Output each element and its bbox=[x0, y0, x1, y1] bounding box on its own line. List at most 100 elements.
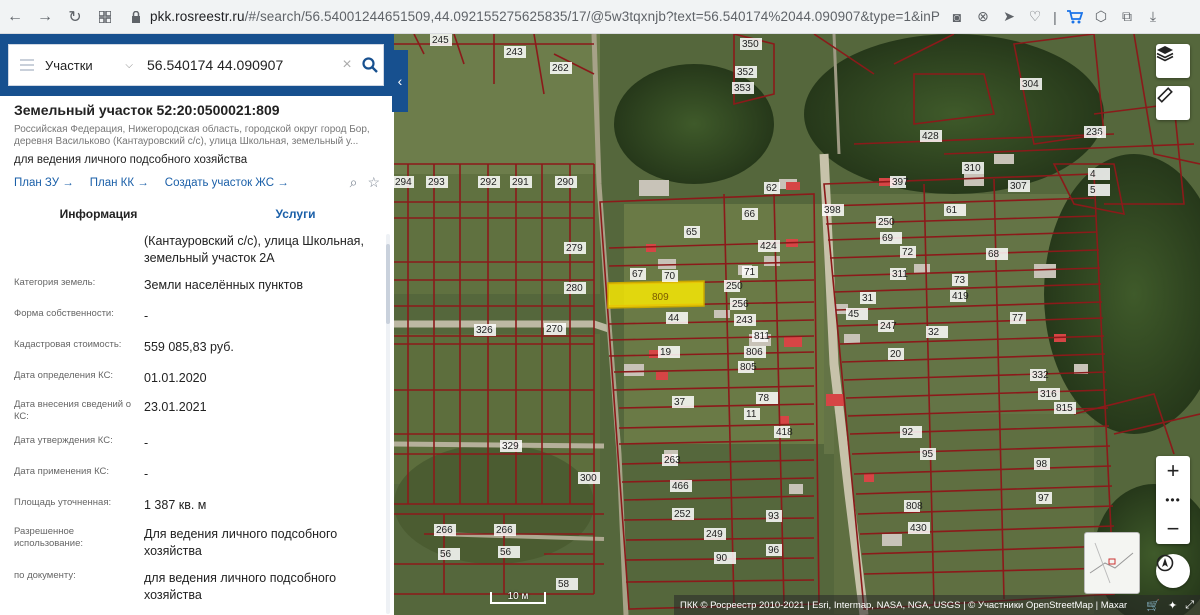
cart-icon[interactable] bbox=[1062, 0, 1088, 34]
star-icon[interactable]: ☆ bbox=[367, 174, 380, 191]
satellite-map[interactable]: 809 245 243 262 350 352 353 294 293 292 … bbox=[394, 34, 1200, 615]
svg-text:293: 293 bbox=[428, 177, 445, 188]
location-icon bbox=[1156, 554, 1174, 572]
svg-text:44: 44 bbox=[668, 313, 680, 324]
svg-text:352: 352 bbox=[737, 67, 754, 78]
info-row: Форма собственности: - bbox=[14, 308, 380, 325]
svg-text:72: 72 bbox=[902, 247, 914, 258]
apps-grid-icon[interactable] bbox=[90, 0, 120, 34]
svg-text:398: 398 bbox=[824, 205, 841, 216]
fullscreen-icon[interactable]: ⤢ bbox=[1185, 599, 1194, 612]
plan-kk-link[interactable]: План КК → bbox=[90, 177, 149, 189]
reload-icon[interactable]: ↻ bbox=[60, 0, 90, 34]
parcel-title: Земельный участок 52:20:0500021:809 bbox=[14, 102, 280, 118]
layers-icon bbox=[1156, 46, 1174, 62]
block-icon[interactable]: ⊗ bbox=[970, 0, 996, 34]
camera-icon[interactable]: ◙ bbox=[944, 0, 970, 34]
scrollbar[interactable] bbox=[386, 234, 390, 614]
heart-icon[interactable]: ♡ bbox=[1022, 0, 1048, 34]
lock-icon[interactable] bbox=[126, 10, 146, 23]
svg-text:316: 316 bbox=[1040, 389, 1057, 400]
zoom-in-button[interactable]: + bbox=[1167, 458, 1180, 484]
address-bar[interactable]: pkk.rosreestr.ru/#/search/56.54001244651… bbox=[150, 9, 940, 24]
back-arrow-icon[interactable]: ← bbox=[0, 0, 30, 34]
cube-icon[interactable]: ⬡ bbox=[1088, 0, 1114, 34]
plan-zu-link[interactable]: План ЗУ → bbox=[14, 177, 74, 189]
tab-information[interactable]: Информация bbox=[0, 201, 197, 227]
svg-text:73: 73 bbox=[954, 275, 966, 286]
parcel-purpose: для ведения личного подсобного хозяйства bbox=[14, 154, 248, 166]
zoom-to-icon[interactable]: ⌕ bbox=[350, 174, 358, 191]
svg-text:96: 96 bbox=[768, 545, 780, 556]
info-value: - bbox=[144, 309, 149, 323]
info-row: Площадь уточненная: 1 387 кв. м bbox=[14, 497, 380, 514]
search-box: Участки ⌵ × bbox=[8, 44, 384, 86]
info-row: Разрешенное использование: Для ведения л… bbox=[14, 526, 380, 560]
svg-text:66: 66 bbox=[744, 209, 756, 220]
info-row: Дата внесения сведений о КС: 23.01.2021 bbox=[14, 399, 380, 423]
info-label: Дата определения КС: bbox=[14, 370, 114, 381]
search-type-select[interactable]: Участки ⌵ bbox=[45, 58, 141, 73]
svg-text:292: 292 bbox=[480, 177, 497, 188]
svg-text:280: 280 bbox=[566, 283, 583, 294]
search-input[interactable] bbox=[147, 57, 337, 73]
svg-text:294: 294 bbox=[395, 177, 412, 188]
svg-text:78: 78 bbox=[758, 393, 770, 404]
svg-text:95: 95 bbox=[922, 449, 934, 460]
svg-text:262: 262 bbox=[552, 63, 569, 74]
info-label: Кадастровая стоимость: bbox=[14, 339, 122, 350]
svg-text:263: 263 bbox=[664, 455, 681, 466]
cart-small-icon[interactable]: 🛒 bbox=[1146, 599, 1160, 612]
locate-button[interactable] bbox=[1156, 554, 1190, 588]
chevron-down-icon: ⌵ bbox=[125, 59, 133, 71]
info-value: для ведения личного подсобного хозяйства bbox=[144, 571, 337, 602]
layers-button[interactable] bbox=[1156, 44, 1190, 78]
svg-text:247: 247 bbox=[880, 321, 897, 332]
info-row: Дата применения КС: - bbox=[14, 466, 380, 483]
browser-toolbar: ← → ↻ pkk.rosreestr.ru/#/search/56.54001… bbox=[0, 0, 1200, 34]
svg-text:4: 4 bbox=[1090, 169, 1096, 180]
tabs: Информация Услуги bbox=[0, 201, 394, 227]
highlight-label: 809 bbox=[652, 292, 669, 303]
more-icon[interactable]: ••• bbox=[1165, 494, 1181, 506]
create-parcel-link[interactable]: Создать участок ЖС → bbox=[165, 177, 289, 189]
svg-text:56: 56 bbox=[500, 547, 512, 558]
compass-icon[interactable]: ✦ bbox=[1168, 599, 1177, 612]
info-row: (Кантауровский с/с), улица Школьная, зем… bbox=[14, 233, 380, 267]
search-icon[interactable] bbox=[357, 57, 383, 73]
svg-text:419: 419 bbox=[952, 291, 969, 302]
minimap[interactable] bbox=[1084, 532, 1140, 594]
svg-text:250: 250 bbox=[878, 217, 895, 228]
info-value: - bbox=[144, 436, 149, 450]
svg-text:245: 245 bbox=[432, 35, 449, 46]
svg-text:93: 93 bbox=[768, 511, 780, 522]
info-value: Земли населённых пунктов bbox=[144, 278, 303, 292]
info-value: 1 387 кв. м bbox=[144, 498, 207, 512]
zoom-out-button[interactable]: − bbox=[1167, 516, 1180, 542]
ruler-button[interactable] bbox=[1156, 86, 1190, 120]
download-icon[interactable]: ⤓ bbox=[1140, 0, 1166, 34]
send-icon[interactable]: ➤ bbox=[996, 0, 1022, 34]
info-panel: Участки ⌵ × Земельный участок 52:20:0500… bbox=[0, 34, 394, 615]
svg-text:77: 77 bbox=[1012, 313, 1024, 324]
clear-icon[interactable]: × bbox=[337, 56, 357, 74]
tab-services[interactable]: Услуги bbox=[197, 201, 394, 227]
info-value: 559 085,83 руб. bbox=[144, 340, 234, 354]
info-list: (Кантауровский с/с), улица Школьная, зем… bbox=[0, 233, 394, 604]
info-row: Категория земель: Земли населённых пункт… bbox=[14, 277, 380, 294]
svg-text:428: 428 bbox=[922, 131, 939, 142]
scrollbar-thumb[interactable] bbox=[386, 244, 390, 324]
svg-text:92: 92 bbox=[902, 427, 914, 438]
svg-text:350: 350 bbox=[742, 39, 759, 50]
svg-text:61: 61 bbox=[946, 205, 958, 216]
svg-text:310: 310 bbox=[964, 163, 981, 174]
svg-text:243: 243 bbox=[506, 47, 523, 58]
forward-arrow-icon[interactable]: → bbox=[30, 0, 60, 34]
menu-icon[interactable] bbox=[9, 59, 45, 71]
svg-text:90: 90 bbox=[716, 553, 728, 564]
extensions-icon[interactable]: ⧉ bbox=[1114, 0, 1140, 34]
collapse-panel-button[interactable]: ‹ bbox=[392, 50, 408, 112]
info-row: Дата определения КС: 01.01.2020 bbox=[14, 370, 380, 387]
map-view[interactable]: 809 245 243 262 350 352 353 294 293 292 … bbox=[394, 34, 1200, 615]
svg-text:353: 353 bbox=[734, 83, 751, 94]
